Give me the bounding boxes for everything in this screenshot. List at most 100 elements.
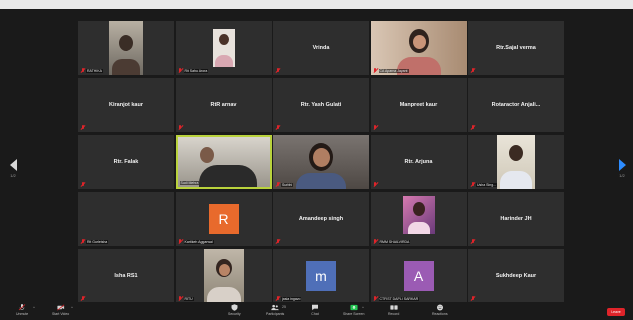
- participant-tile[interactable]: Vrinda: [273, 21, 369, 75]
- mic-muted-icon: [470, 239, 475, 244]
- participant-name: Amandeep singh: [298, 216, 344, 222]
- share-screen-icon: [350, 304, 358, 311]
- participant-tile[interactable]: Rotaractor Anjali...: [468, 78, 564, 132]
- security-button[interactable]: Security: [228, 302, 241, 320]
- reactions-icon: [436, 304, 444, 311]
- participant-name: Kiranjot kaur: [109, 102, 143, 108]
- unmute-button[interactable]: Unmute: [16, 302, 28, 320]
- mic-muted-icon: [373, 68, 378, 73]
- mic-muted-icon: [470, 125, 475, 130]
- participant-name-label: Rit Sahu Arora: [183, 68, 209, 73]
- participant-name: Manpreet kaur: [399, 102, 438, 108]
- participant-name: Sukhdeep Kaur: [495, 273, 537, 279]
- chat-icon: [311, 304, 319, 311]
- mic-muted-icon: [470, 296, 475, 301]
- leave-meeting-button[interactable]: Leave: [607, 308, 625, 316]
- participant-tile[interactable]: Surbhi: [273, 135, 369, 189]
- chevron-right-icon: [618, 159, 626, 171]
- mic-muted-icon: [275, 182, 280, 187]
- avatar-letter: m: [315, 268, 327, 284]
- participants-icon: [271, 304, 279, 311]
- participant-tile[interactable]: A CTFIST DAPLI SARKAR: [370, 249, 467, 303]
- participant-tile[interactable]: Rtr. Falak: [78, 135, 174, 189]
- participant-video: [212, 29, 235, 67]
- chat-label: Chat: [311, 312, 319, 316]
- participant-video: [402, 196, 435, 234]
- participant-name: Isha RS1: [114, 273, 138, 279]
- next-page-button[interactable]: 1/2: [617, 159, 627, 181]
- mic-muted-icon: [470, 68, 475, 73]
- chevron-up-icon[interactable]: ^: [362, 305, 364, 310]
- participant-tile[interactable]: Manpreet kaur: [370, 78, 467, 132]
- prev-page-indicator: 1/2: [10, 173, 16, 178]
- mic-muted-icon: [373, 239, 378, 244]
- leave-label: Leave: [611, 310, 621, 314]
- reactions-button[interactable]: Reactions: [432, 302, 448, 320]
- participant-tile[interactable]: Rtr. Yash Gulati: [273, 78, 369, 132]
- mic-muted-icon: [80, 68, 85, 73]
- share-screen-label: Share Screen: [343, 312, 365, 316]
- shield-icon: [230, 304, 238, 311]
- participant-tile[interactable]: m jasia ingavo: [273, 249, 369, 303]
- participant-name: Rtr.Sajal verma: [496, 45, 536, 51]
- participant-count: 25: [282, 305, 286, 309]
- camera-off-icon: [56, 304, 65, 311]
- mic-muted-icon: [275, 296, 280, 301]
- mic-muted-icon: [80, 125, 85, 130]
- participant-tile[interactable]: Sukhdeep Kaur: [468, 249, 564, 303]
- participant-tile[interactable]: Harinder JH: [468, 192, 564, 246]
- mic-muted-icon: [178, 125, 183, 130]
- mic-muted-icon: [80, 239, 85, 244]
- participant-name: Rtr. Falak: [113, 159, 139, 165]
- gallery-grid: RATHIKA Rit Sahu Arora Vrinda CA Aparna …: [78, 21, 564, 305]
- record-label: Record: [388, 312, 400, 316]
- participant-tile[interactable]: Isha RS1: [78, 249, 174, 303]
- participants-label: Participants: [266, 312, 285, 316]
- participant-tile[interactable]: RITU: [175, 249, 272, 303]
- mic-muted-icon: [373, 296, 378, 301]
- participant-name-label: CA Aparna Jayant: [378, 68, 409, 73]
- chat-button[interactable]: Chat: [311, 302, 319, 320]
- participant-name: Rtr. Arjuna: [404, 159, 433, 165]
- participant-avatar: R: [208, 204, 239, 234]
- prev-page-button[interactable]: 1/2: [8, 159, 18, 181]
- participant-name-label: Kartikeh Aggarwal: [183, 239, 214, 244]
- participant-name-label: CTFIST DAPLI SARKAR: [378, 296, 420, 301]
- mic-muted-icon: [373, 125, 378, 130]
- meeting-toolbar: Unmute ^ Start Video ^ Security Particip…: [0, 302, 633, 320]
- participant-tile[interactable]: Amandeep singh: [273, 192, 369, 246]
- participant-name: RtR arnav: [210, 102, 237, 108]
- participant-tile[interactable]: RATHIKA: [78, 21, 174, 75]
- participant-tile[interactable]: Rit Sahu Arora: [175, 21, 272, 75]
- mic-muted-icon: [178, 296, 183, 301]
- record-button[interactable]: Record: [388, 302, 399, 320]
- mic-muted-icon: [178, 68, 183, 73]
- reactions-label: Reactions: [432, 312, 448, 316]
- participant-avatar: m: [306, 261, 336, 291]
- chevron-up-icon[interactable]: ^: [71, 305, 73, 310]
- next-page-indicator: 1/2: [619, 173, 625, 178]
- start-video-button[interactable]: Start Video: [52, 302, 69, 320]
- chevron-up-icon[interactable]: ^: [33, 305, 35, 310]
- participant-tile[interactable]: Usha Sing...: [468, 135, 564, 189]
- participant-tile[interactable]: R Kartikeh Aggarwal: [175, 192, 272, 246]
- participant-tile[interactable]: Rit Gurleisha: [78, 192, 174, 246]
- participant-tile[interactable]: Rtr. Arjuna: [370, 135, 467, 189]
- participant-name-label: Rit Gurleisha: [86, 239, 109, 244]
- chevron-left-icon: [9, 159, 17, 171]
- participant-tile[interactable]: RtR arnav: [175, 78, 272, 132]
- participant-name: Vrinda: [312, 45, 330, 51]
- mic-muted-icon: [275, 125, 280, 130]
- participant-name-label: Sudi Mehra: [179, 180, 200, 185]
- active-speaker-tile[interactable]: Sudi Mehra: [175, 135, 272, 189]
- mic-muted-icon: [80, 296, 85, 301]
- participant-tile[interactable]: RMM SHAILVIRDA: [370, 192, 467, 246]
- mic-muted-icon: [470, 182, 475, 187]
- participant-tile[interactable]: Rtr.Sajal verma: [468, 21, 564, 75]
- participant-tile[interactable]: Kiranjot kaur: [78, 78, 174, 132]
- mic-muted-icon: [275, 239, 280, 244]
- mic-muted-icon: [373, 182, 378, 187]
- mic-muted-icon: [275, 68, 280, 73]
- participant-name-label: RITU: [183, 296, 194, 301]
- participant-tile[interactable]: CA Aparna Jayant: [370, 21, 467, 75]
